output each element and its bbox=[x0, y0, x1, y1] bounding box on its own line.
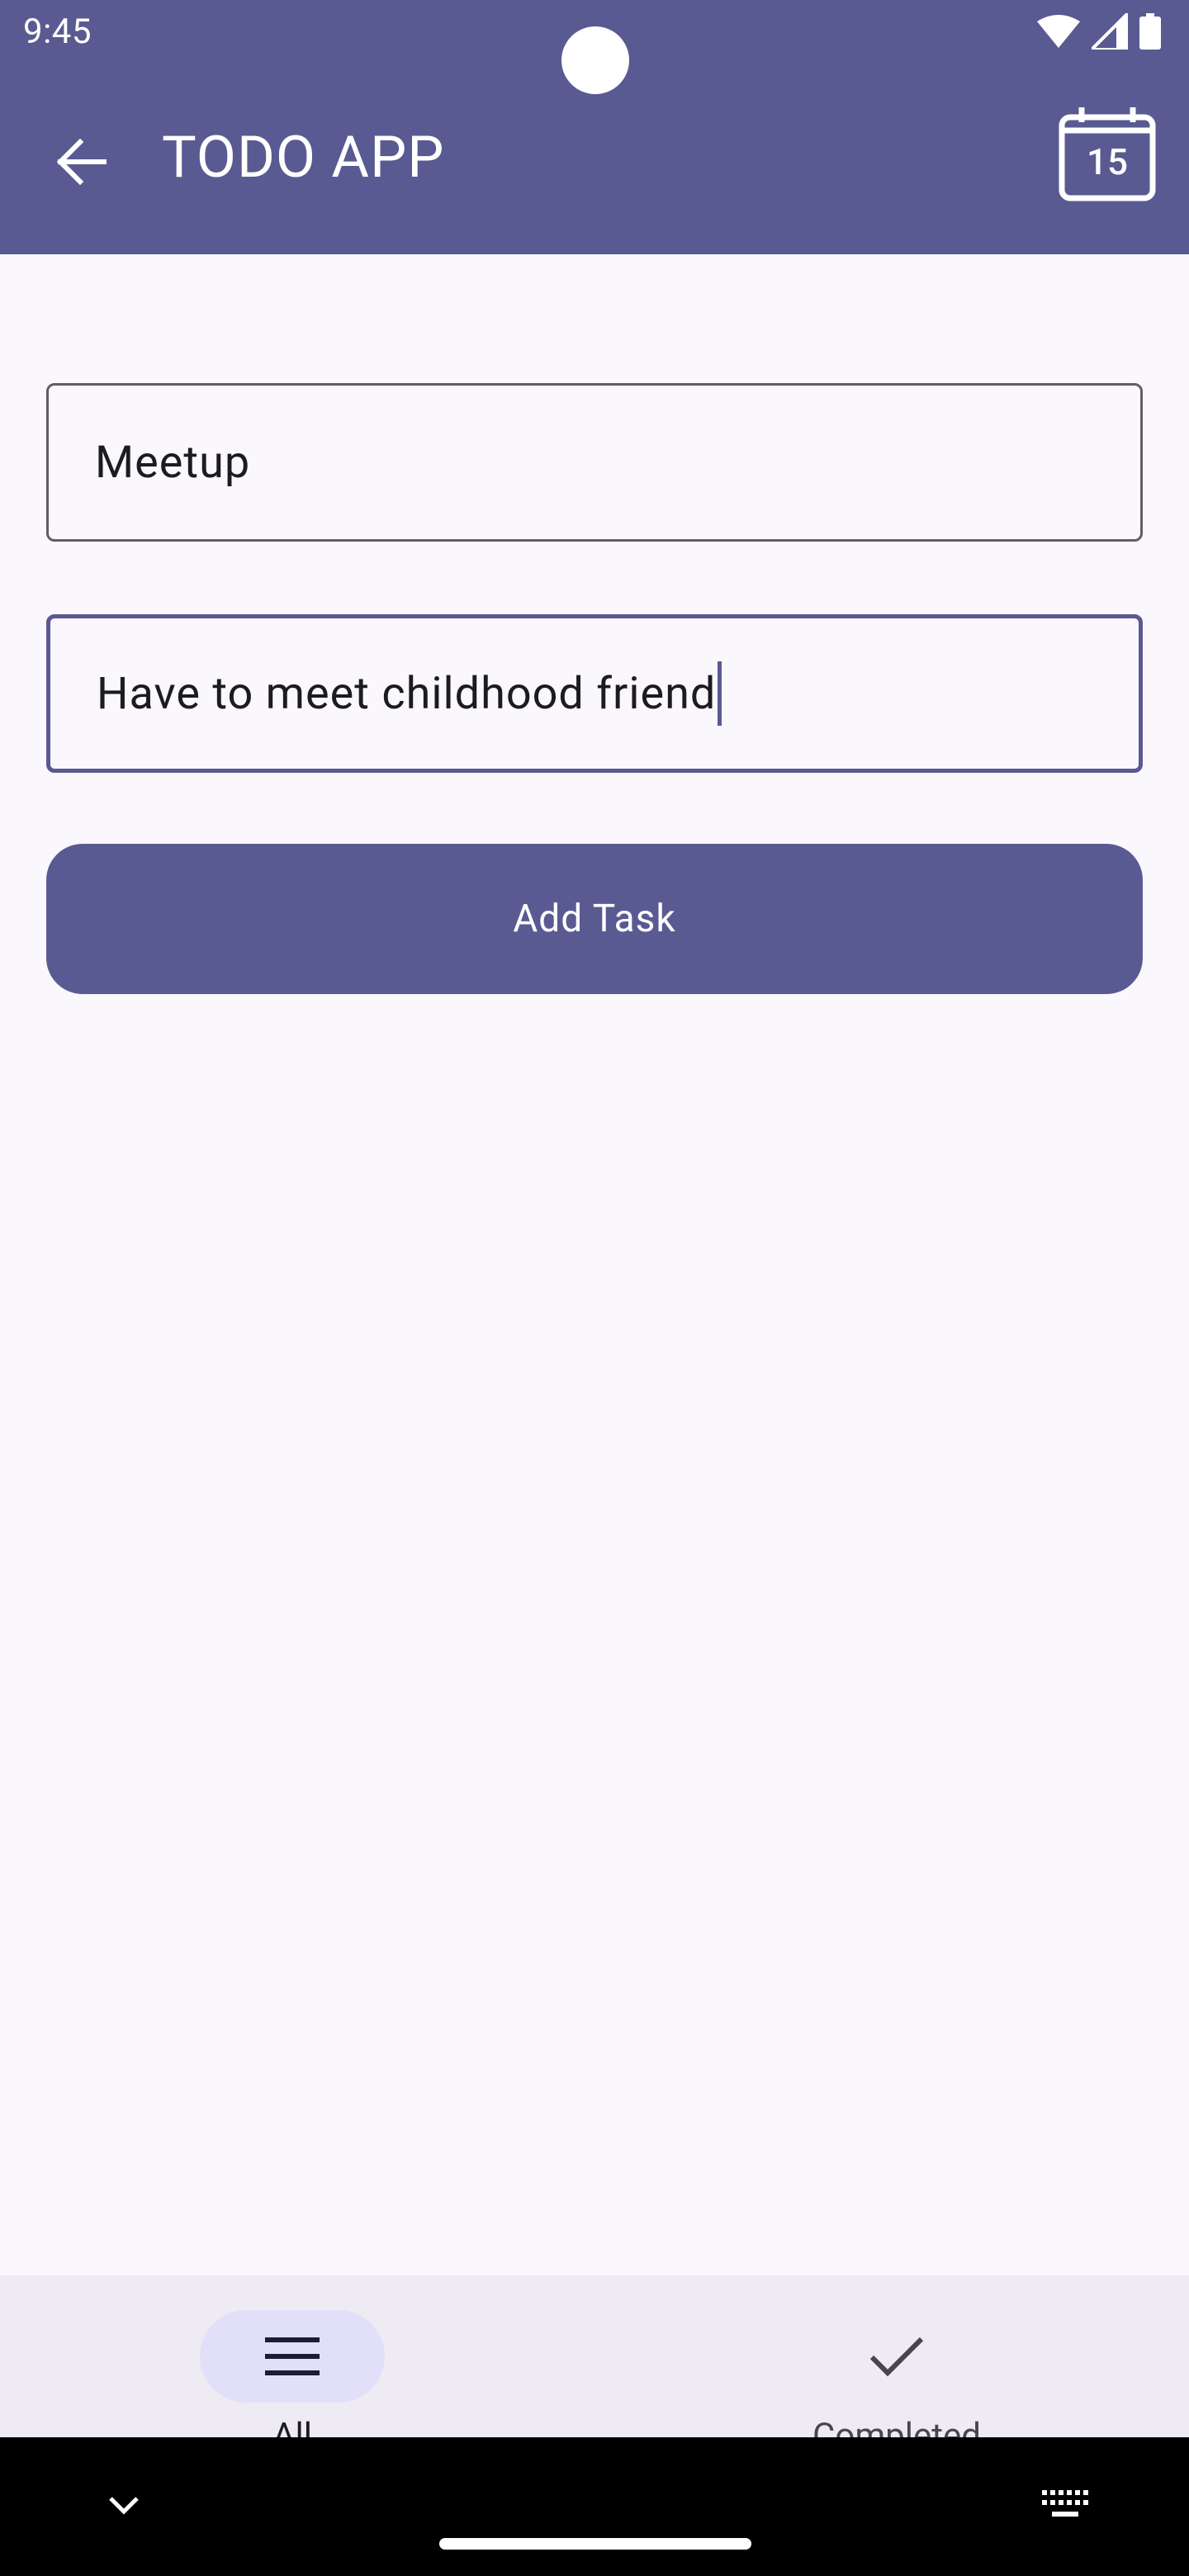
task-description-row: Have to meet childhood friend bbox=[97, 618, 722, 769]
task-description-field[interactable]: Have to meet childhood friend bbox=[46, 614, 1143, 773]
back-button[interactable] bbox=[48, 132, 114, 192]
system-navigation-bar bbox=[0, 2437, 1189, 2576]
wifi-icon bbox=[1037, 15, 1080, 51]
camera-cutout bbox=[561, 26, 629, 94]
home-handle[interactable] bbox=[439, 2538, 751, 2550]
nav-item-all[interactable]: All bbox=[0, 2275, 594, 2437]
keyboard-hide-button[interactable] bbox=[107, 2495, 140, 2520]
text-cursor bbox=[718, 661, 722, 726]
nav-label-all: All bbox=[272, 2416, 312, 2437]
calendar-button[interactable]: 15 bbox=[1057, 106, 1158, 201]
task-title-value: Meetup bbox=[95, 436, 251, 489]
top-app-bar: 9:45 TODO APP 15 bbox=[0, 0, 1189, 254]
page-title: TODO APP bbox=[162, 124, 445, 192]
nav-label-completed: Completed bbox=[812, 2416, 981, 2437]
check-icon bbox=[804, 2310, 989, 2403]
task-title-field[interactable]: Meetup bbox=[46, 383, 1143, 542]
signal-icon bbox=[1087, 9, 1130, 53]
add-task-button[interactable]: Add Task bbox=[46, 844, 1143, 994]
status-time: 9:45 bbox=[23, 12, 92, 52]
menu-icon bbox=[200, 2310, 385, 2403]
arrow-back-icon bbox=[56, 139, 107, 185]
status-icons bbox=[1037, 9, 1161, 53]
keyboard-switch-button[interactable] bbox=[1042, 2490, 1088, 2526]
chevron-down-icon bbox=[109, 2497, 139, 2515]
battery-icon bbox=[1139, 13, 1161, 53]
nav-item-completed[interactable]: Completed bbox=[594, 2275, 1189, 2437]
task-description-value: Have to meet childhood friend bbox=[97, 667, 717, 720]
calendar-day: 15 bbox=[1086, 140, 1128, 183]
keyboard-icon bbox=[1042, 2490, 1088, 2517]
bottom-navigation: All Completed bbox=[0, 2275, 1189, 2437]
